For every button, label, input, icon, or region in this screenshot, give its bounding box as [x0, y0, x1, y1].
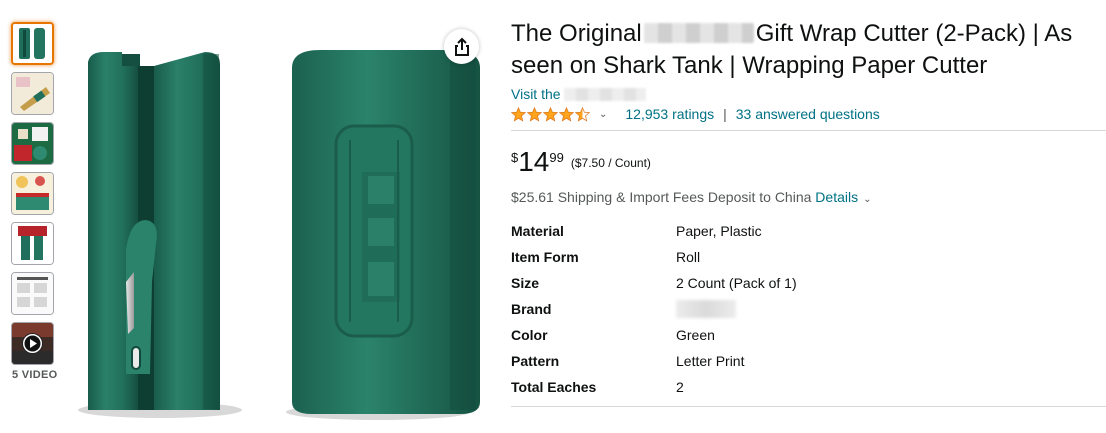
spec-key: Item Form [511, 249, 579, 265]
spec-row: Item Form Roll [511, 244, 797, 270]
star-full-icon [527, 106, 542, 122]
product-title: The Original Gift Wrap Cutter (2-Pack) | … [511, 18, 1106, 82]
spec-value: 2 Count (Pack of 1) [676, 275, 797, 291]
thumbnail-4[interactable] [11, 172, 54, 215]
rating-chevron-down-icon[interactable]: ⌄ [599, 109, 607, 120]
separator: | [723, 106, 727, 122]
thumbnail-4-image [12, 173, 53, 214]
spec-value: 2 [676, 379, 684, 395]
gift-wrap-cutter-image [78, 50, 480, 420]
answered-questions-link[interactable]: 33 answered questions [736, 106, 880, 122]
spec-value: Letter Print [676, 353, 745, 369]
share-icon [454, 37, 469, 56]
ratings-count-link[interactable]: 12,953 ratings [625, 106, 714, 122]
star-full-icon [559, 106, 574, 122]
thumbnail-1-image [13, 24, 52, 63]
spec-value: Green [676, 327, 715, 343]
spec-value: Roll [676, 249, 701, 265]
videos-count-label[interactable]: 5 VIDEOS [12, 369, 58, 381]
redacted-brand-name [643, 23, 754, 43]
spec-value [676, 296, 797, 322]
redacted-brand-value [676, 300, 736, 319]
store-row: Visit the [511, 86, 1106, 102]
price-fraction: 99 [549, 150, 564, 165]
spec-row: Brand [511, 296, 797, 322]
spec-row: Color Green [511, 322, 797, 348]
price-symbol: $ [511, 150, 519, 165]
title-part-1: The Original [511, 20, 642, 47]
spec-row: Material Paper, Plastic [511, 218, 797, 244]
spec-key: Total Eaches [511, 379, 597, 395]
spec-key: Brand [511, 301, 552, 317]
shipping-info: $25.61 Shipping & Import Fees Deposit to… [511, 188, 1106, 209]
spec-row: Total Eaches 2 [511, 374, 797, 400]
play-icon [22, 333, 43, 354]
spec-row: Size 2 Count (Pack of 1) [511, 270, 797, 296]
thumbnail-2[interactable] [11, 72, 54, 115]
rating-row: ⌄ 12,953 ratings | 33 answered questions [511, 104, 1106, 124]
product-specs-table: Material Paper, Plastic Item Form Roll Siz… [511, 218, 797, 400]
star-rating[interactable] [511, 106, 591, 122]
shipping-details-link[interactable]: Details [815, 189, 858, 205]
price-whole: 14 [518, 146, 550, 177]
thumbnail-1[interactable] [11, 22, 54, 65]
thumbnail-video[interactable] [11, 322, 54, 365]
spec-key: Pattern [511, 353, 560, 369]
shipping-text: $25.61 Shipping & Import Fees Deposit to… [511, 189, 812, 205]
price: $ 14 99 ($7.50 / Count) [511, 148, 1106, 178]
redacted-store-name[interactable] [563, 88, 646, 101]
thumbnail-3-image [12, 123, 53, 164]
spec-key: Color [511, 327, 548, 343]
share-button[interactable] [444, 29, 479, 64]
spec-key: Material [511, 223, 564, 239]
divider [511, 406, 1106, 407]
spec-key: Size [511, 275, 540, 291]
thumbnail-2-image [12, 73, 53, 114]
spec-value: Paper, Plastic [676, 223, 762, 239]
thumbnail-6-image [12, 273, 53, 314]
main-product-image[interactable] [60, 22, 500, 422]
product-info: The Original Gift Wrap Cutter (2-Pack) | … [511, 18, 1106, 407]
star-full-icon [543, 106, 558, 122]
visit-store-link[interactable]: Visit the [511, 86, 561, 102]
spec-row: Pattern Letter Print [511, 348, 797, 374]
star-full-icon [511, 106, 526, 122]
thumbnail-5[interactable] [11, 222, 54, 265]
thumbnail-3[interactable] [11, 122, 54, 165]
price-per-unit: ($7.50 / Count) [570, 156, 651, 170]
chevron-down-icon[interactable]: ⌄ [863, 194, 871, 205]
star-half-icon [575, 106, 590, 122]
thumbnail-6[interactable] [11, 272, 54, 315]
thumbnail-5-image [12, 223, 53, 264]
divider [511, 130, 1106, 131]
embossed-logo [362, 172, 400, 302]
